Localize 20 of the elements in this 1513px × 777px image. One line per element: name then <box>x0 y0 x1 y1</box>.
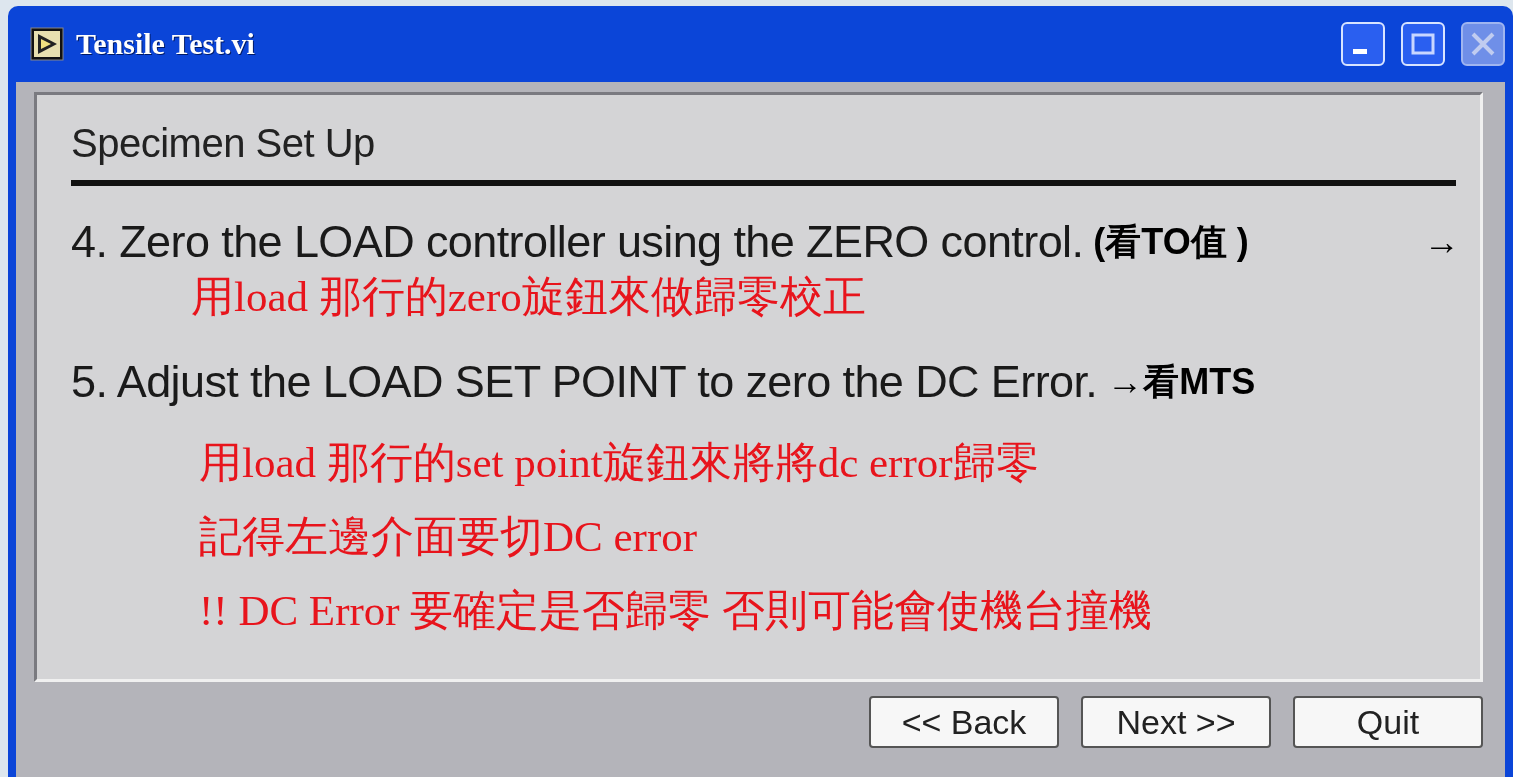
nav-button[interactable]: Quit <box>1293 696 1483 748</box>
annotation-text: →看MTS <box>1107 359 1256 404</box>
annotation-arrow: → <box>1424 221 1460 263</box>
note-text: !! DC Error 要確定是否歸零 否則可能會使機台撞機 <box>199 586 1154 636</box>
instruction-text: 5. Adjust the LOAD SET POINT to zero the DC Error. <box>71 356 1098 408</box>
nav-button[interactable]: Next >> <box>1081 696 1271 748</box>
note-text: 用load 那行的set point旋鈕來將將dc error歸零 <box>199 438 1040 488</box>
window-title: Tensile Test.vi <box>76 27 256 61</box>
app-icon <box>30 27 64 61</box>
minimize-button[interactable] <box>1341 22 1385 66</box>
note-text: 用load 那行的zero旋鈕來做歸零校正 <box>191 272 867 322</box>
minimize-icon <box>1353 48 1367 54</box>
note-text: 記得左邊介面要切DC error <box>199 512 699 562</box>
close-icon <box>1470 31 1496 57</box>
section-heading: Specimen Set Up <box>71 121 376 166</box>
maximize-button[interactable] <box>1401 22 1445 66</box>
annotation-text: (看TO值 ) <box>1093 219 1249 264</box>
instruction-text: 4. Zero the LOAD controller using the ZERO control. <box>71 216 1084 268</box>
nav-button[interactable]: << Back <box>869 696 1059 748</box>
maximize-icon <box>1411 33 1435 55</box>
